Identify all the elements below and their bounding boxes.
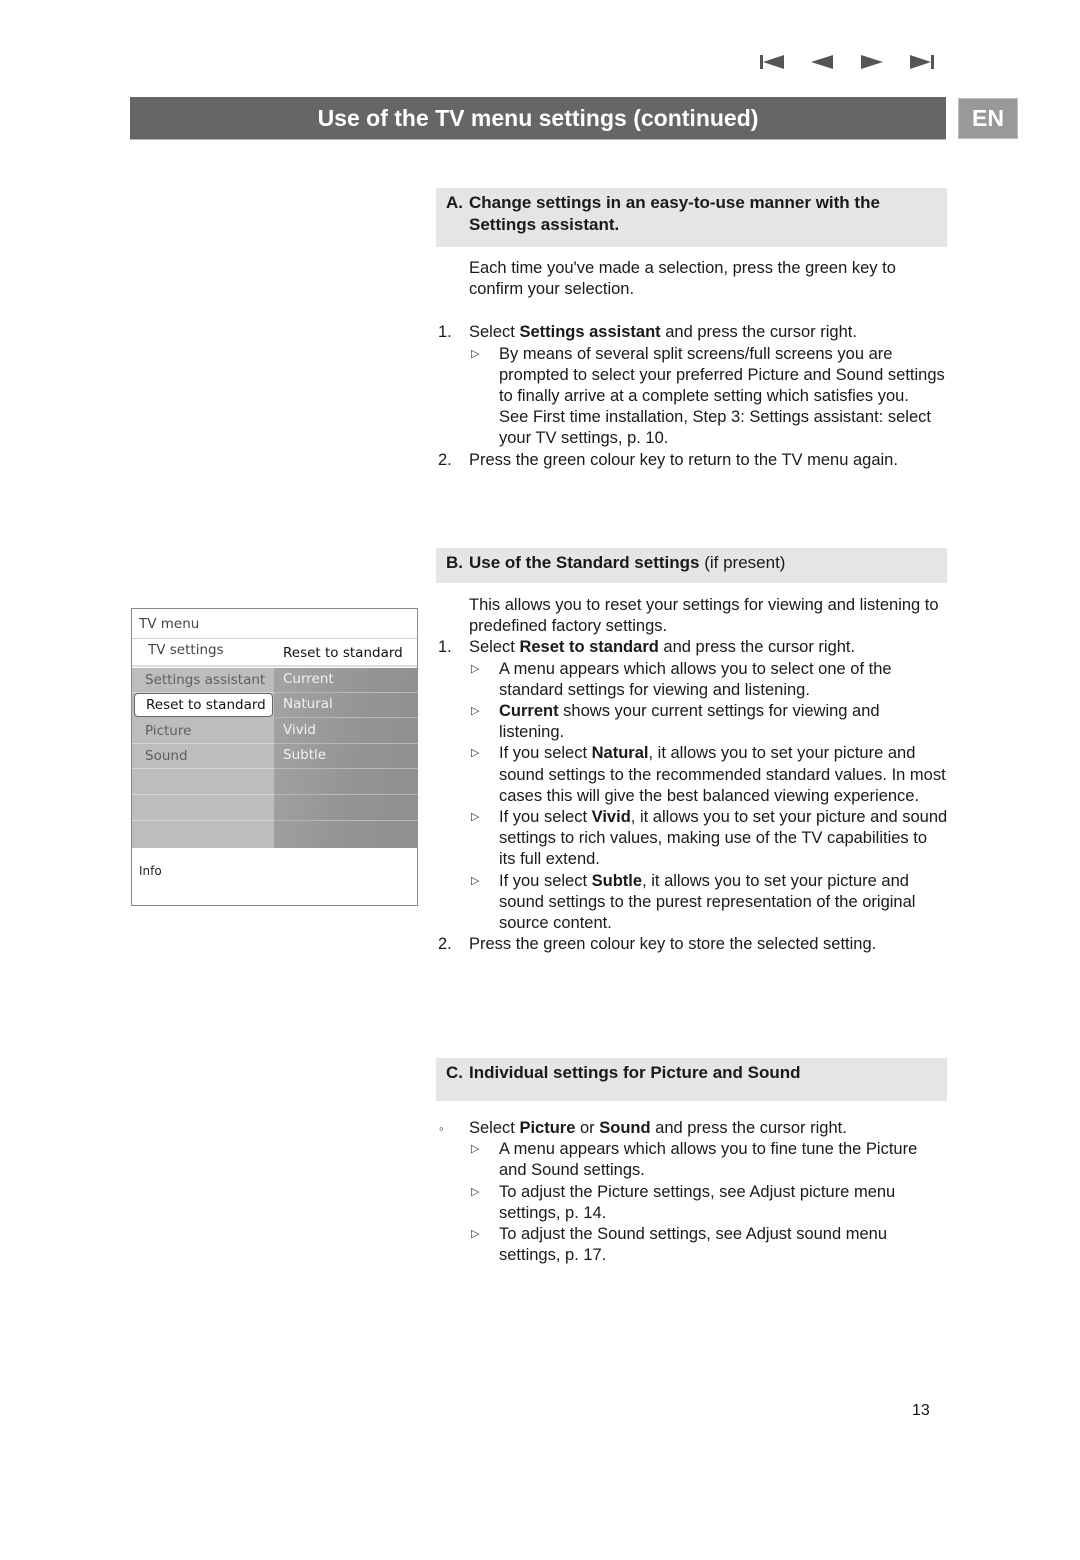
step-number: 1. <box>438 323 452 342</box>
right-panel-title: Reset to standard <box>283 645 403 661</box>
bold-term: Picture <box>519 1119 576 1137</box>
section-heading-note: (if present) <box>699 553 786 572</box>
step: ◦ Select Picture or Sound and press the … <box>438 1118 948 1139</box>
divider <box>132 665 417 667</box>
bold-term: Vivid <box>591 808 631 827</box>
step: 1. Select Settings assistant and press t… <box>438 322 948 343</box>
menu-item-settings-assistant[interactable]: Settings assistant <box>132 668 274 693</box>
text: To adjust the Picture settings, see Adju… <box>499 1182 896 1222</box>
section-a-intro: Each time you've made a selection, press… <box>469 259 896 299</box>
text: To adjust the Sound settings, see Adjust… <box>499 1225 888 1265</box>
option-empty <box>274 796 418 821</box>
section-b-intro: This allows you to reset your settings f… <box>469 596 939 636</box>
text: A menu appears which allows you to selec… <box>499 659 892 699</box>
bold-term: Current <box>499 702 559 721</box>
text: A menu appears which allows you to fine … <box>499 1140 918 1180</box>
text: and press the cursor right. <box>660 323 857 342</box>
menu-item-sound[interactable]: Sound <box>132 744 274 769</box>
sub-step: ▷ If you select Natural, it allows you t… <box>438 743 948 807</box>
tv-settings-label: TV settings <box>148 642 224 658</box>
arrow-bullet-icon: ▷ <box>471 811 480 824</box>
arrow-bullet-icon: ▷ <box>471 1185 480 1198</box>
section-b-body: This allows you to reset your settings f… <box>438 595 948 955</box>
step-number: 2. <box>438 935 452 954</box>
page-number: 13 <box>912 1402 930 1419</box>
previous-icon[interactable] <box>808 52 836 72</box>
text: and press the cursor right. <box>658 638 856 657</box>
arrow-bullet-icon: ▷ <box>471 1143 480 1156</box>
section-a-body: Each time you've made a selection, press… <box>438 258 948 471</box>
arrow-bullet-icon: ▷ <box>471 1228 480 1241</box>
text: Select <box>469 638 520 657</box>
info-label: Info <box>139 864 162 878</box>
arrow-bullet-icon: ▷ <box>471 662 480 675</box>
option-subtle[interactable]: Subtle <box>274 744 418 769</box>
menu-item-empty <box>132 822 274 847</box>
bold-term: Sound <box>599 1119 651 1137</box>
section-letter: A. <box>446 193 463 212</box>
menu-item-empty <box>132 796 274 821</box>
text: See First time installation, Step 3: Set… <box>499 408 931 448</box>
menu-item-picture[interactable]: Picture <box>132 719 274 744</box>
sub-step: ▷ To adjust the Sound settings, see Adju… <box>438 1224 948 1266</box>
text: If you select <box>499 744 592 763</box>
option-empty <box>274 770 418 795</box>
tv-menu-title: TV menu <box>139 616 200 632</box>
step-number: 1. <box>438 638 452 657</box>
step-number: 2. <box>438 450 452 469</box>
sub-step-note: See First time installation, Step 3: Set… <box>438 407 948 449</box>
text: Select <box>469 1119 520 1137</box>
tv-menu-illustration: TV menu TV settings Reset to standard Se… <box>131 608 418 906</box>
arrow-bullet-icon: ▷ <box>471 874 480 887</box>
section-heading-text: Individual settings for Picture and Soun… <box>469 1063 801 1082</box>
text: or <box>575 1119 600 1137</box>
arrow-bullet-icon: ▷ <box>471 705 480 718</box>
circle-bullet-icon: ◦ <box>439 1121 444 1136</box>
arrow-bullet-icon: ▷ <box>471 747 480 760</box>
text: Press the green colour key to store the … <box>469 935 877 954</box>
sub-step: ▷ If you select Vivid, it allows you to … <box>438 807 948 871</box>
section-heading-text: Change settings in an easy-to-use manner… <box>469 193 880 234</box>
text: Select <box>469 323 520 342</box>
language-badge: EN <box>958 98 1018 139</box>
bold-term: Settings assistant <box>519 323 661 342</box>
section-letter: B. <box>446 553 463 572</box>
bold-term: Subtle <box>591 871 643 890</box>
divider <box>132 638 417 639</box>
sub-step: ▷ Current shows your current settings fo… <box>438 701 948 743</box>
sub-step: ▷ A menu appears which allows you to sel… <box>438 659 948 701</box>
section-a-heading: A. Change settings in an easy-to-use mann… <box>436 188 947 247</box>
text: By means of several split screens/full s… <box>499 344 945 406</box>
text: and press the cursor right. <box>650 1119 847 1137</box>
bold-term: Reset to standard <box>519 638 659 657</box>
sub-step: ▷ A menu appears which allows you to fin… <box>438 1139 948 1181</box>
arrow-bullet-icon: ▷ <box>471 347 480 360</box>
text: If you select <box>499 871 592 890</box>
step: 2. Press the green colour key to return … <box>438 450 948 471</box>
next-icon[interactable] <box>858 52 886 72</box>
sub-step: ▷ By means of several split screens/full… <box>438 344 948 408</box>
section-b-heading: B. Use of the Standard settings (if prese… <box>436 548 947 583</box>
section-letter: C. <box>446 1063 463 1082</box>
menu-item-empty <box>132 770 274 795</box>
menu-item-reset-to-standard[interactable]: Reset to standard <box>134 693 273 717</box>
page-title: Use of the TV menu settings (continued) <box>130 97 946 140</box>
step: 2. Press the green colour key to store t… <box>438 934 948 955</box>
section-heading-text: Use of the Standard settings <box>469 553 700 572</box>
option-current[interactable]: Current <box>274 668 418 693</box>
bold-term: Natural <box>591 744 649 763</box>
option-empty <box>274 822 418 847</box>
page-navigation <box>758 52 936 72</box>
skip-to-first-icon[interactable] <box>758 52 786 72</box>
section-c-body: ◦ Select Picture or Sound and press the … <box>438 1118 948 1266</box>
sub-step: ▷ To adjust the Picture settings, see Ad… <box>438 1182 948 1224</box>
text: Press the green colour key to return to … <box>469 450 898 469</box>
sub-step: ▷ If you select Subtle, it allows you to… <box>438 871 948 935</box>
text: If you select <box>499 808 592 827</box>
skip-to-last-icon[interactable] <box>908 52 936 72</box>
step: 1. Select Reset to standard and press th… <box>438 637 948 658</box>
option-vivid[interactable]: Vivid <box>274 719 418 744</box>
section-c-heading: C. Individual settings for Picture and So… <box>436 1058 947 1101</box>
option-natural[interactable]: Natural <box>274 693 418 718</box>
